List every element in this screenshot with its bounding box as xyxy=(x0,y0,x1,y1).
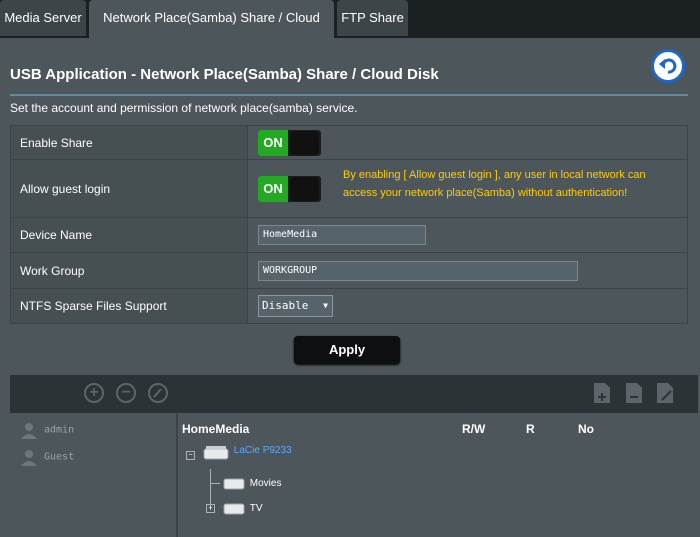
edit-folder-icon[interactable] xyxy=(656,382,674,404)
enable-share-toggle[interactable]: ON xyxy=(258,129,321,156)
tab-media-server[interactable]: Media Server xyxy=(0,0,86,36)
folder-icon xyxy=(223,478,245,490)
row-ntfs-sparse: NTFS Sparse Files Support Disable ▼ xyxy=(10,288,688,324)
folder-icon xyxy=(223,503,245,515)
add-user-icon[interactable]: + xyxy=(84,383,104,403)
work-group-input[interactable]: WORKGROUP xyxy=(258,260,578,281)
main-panel: USB Application - Network Place(Samba) S… xyxy=(0,38,700,537)
row-device-name: Device Name HomeMedia xyxy=(10,217,688,253)
tree-folder-movies[interactable]: Movies xyxy=(223,476,281,490)
device-name-input[interactable]: HomeMedia xyxy=(258,225,426,245)
panel-toolbar: + − xyxy=(10,375,698,413)
delete-folder-icon[interactable] xyxy=(625,382,643,404)
guest-login-toggle[interactable]: ON xyxy=(258,175,321,202)
tab-samba-share[interactable]: Network Place(Samba) Share / Cloud Disk xyxy=(89,0,334,61)
user-icon xyxy=(21,450,37,466)
work-group-label: Work Group xyxy=(10,252,248,289)
share-permission-panel: + − admin Guest HomeMedia R/W R No − LaC… xyxy=(10,375,698,537)
toggle-knob xyxy=(290,176,319,201)
account-list: admin Guest xyxy=(10,413,178,537)
tab-bar: Media Server Network Place(Samba) Share … xyxy=(0,0,700,61)
guest-login-label: Allow guest login xyxy=(10,159,248,218)
tree-drive[interactable]: LaCie P9233 xyxy=(203,445,292,461)
folder-name: Movies xyxy=(249,477,282,489)
settings-table: Enable Share ON Allow guest login ON By … xyxy=(10,125,688,324)
row-guest-login: Allow guest login ON By enabling [ Allow… xyxy=(10,159,688,218)
device-name-label: Device Name xyxy=(10,217,248,253)
user-icon xyxy=(21,423,37,439)
tree-folder-tv[interactable]: TV xyxy=(223,501,263,515)
toggle-knob xyxy=(290,130,319,155)
apply-button[interactable]: Apply xyxy=(294,336,400,364)
title-divider xyxy=(10,94,688,96)
chevron-down-icon: ▼ xyxy=(323,301,328,310)
enable-share-state: ON xyxy=(258,129,288,156)
collapse-toggle[interactable]: − xyxy=(186,451,195,460)
page-description: Set the account and permission of networ… xyxy=(10,101,358,115)
row-enable-share: Enable Share ON xyxy=(10,125,688,160)
page-title: USB Application - Network Place(Samba) S… xyxy=(10,66,439,83)
guest-login-state: ON xyxy=(258,175,288,202)
guest-login-warning: By enabling [ Allow guest login ], any u… xyxy=(343,169,646,199)
account-name: admin xyxy=(44,424,75,436)
expand-toggle[interactable]: + xyxy=(206,504,215,513)
ntfs-sparse-select[interactable]: Disable ▼ xyxy=(258,295,333,317)
folder-permission-tree: HomeMedia R/W R No − LaCie P9233 Movies xyxy=(178,413,698,537)
tree-line xyxy=(210,483,220,484)
account-item-admin[interactable]: admin xyxy=(20,421,74,443)
account-name: Guest xyxy=(44,451,75,463)
enable-share-label: Enable Share xyxy=(10,125,248,160)
column-no: No xyxy=(578,422,594,436)
back-arrow-icon xyxy=(659,58,677,74)
account-item-guest[interactable]: Guest xyxy=(20,448,74,470)
drive-name: LaCie P9233 xyxy=(233,445,292,456)
add-folder-icon[interactable] xyxy=(593,382,611,404)
back-button[interactable] xyxy=(651,49,685,83)
edit-user-icon[interactable] xyxy=(148,383,168,403)
remove-user-icon[interactable]: − xyxy=(116,383,136,403)
tab-ftp-share[interactable]: FTP Share xyxy=(337,0,408,36)
drive-icon xyxy=(203,446,229,460)
folder-name: TV xyxy=(249,502,263,514)
row-work-group: Work Group WORKGROUP xyxy=(10,252,688,289)
ntfs-sparse-value: Disable xyxy=(262,299,309,312)
column-r: R xyxy=(526,422,535,436)
column-rw: R/W xyxy=(462,422,486,436)
ntfs-sparse-label: NTFS Sparse Files Support xyxy=(10,288,248,324)
tree-root-label: HomeMedia xyxy=(182,422,250,436)
